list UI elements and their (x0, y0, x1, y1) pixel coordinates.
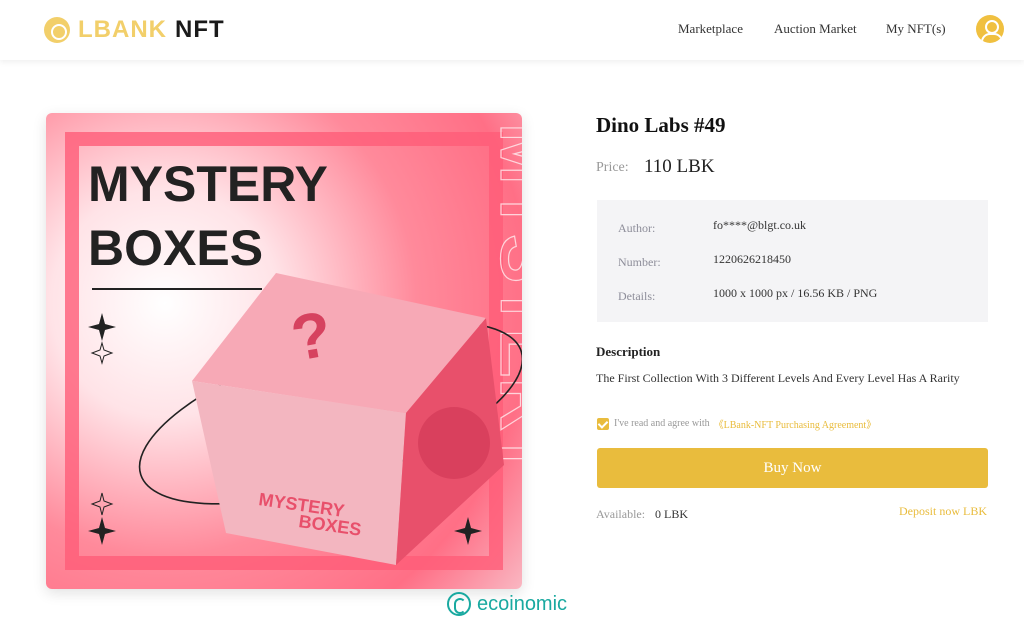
headline-line1: MYSTERY (88, 156, 328, 212)
number-label: Number: (618, 255, 661, 269)
lbank-coin-icon (44, 17, 70, 43)
headline-line2: BOXES (88, 220, 263, 276)
number-value: 1220626218450 (713, 252, 791, 266)
nft-title: Dino Labs #49 (596, 113, 726, 137)
lbank-nft-logo[interactable]: LBANK NFT (44, 14, 225, 46)
mystery-box-illustration: MYSTERY MYSTERY BOXES ? MYSTERY BOXES (65, 122, 522, 570)
cube-front (192, 381, 406, 565)
ecoinomic-watermark: ecoinomic (447, 592, 567, 616)
price-value: 110 LBK (644, 156, 715, 177)
sparkle-icon-3 (454, 517, 482, 545)
nft-artwork: MYSTERY MYSTERY BOXES ? MYSTERY BOXES (46, 113, 522, 589)
sparkle-icon (88, 313, 116, 341)
cube-logo-icon (418, 407, 490, 479)
description-text: The First Collection With 3 Different Le… (596, 371, 960, 385)
deposit-link[interactable]: Deposit now LBK (899, 504, 987, 519)
price-label: Price: (596, 160, 629, 175)
watermark-text: ecoinomic (477, 592, 568, 615)
ecoinomic-logo-icon (447, 592, 471, 616)
agreement-row: I've read and agree with 《LBank-NFT Purc… (597, 416, 876, 431)
agreement-text: I've read and agree with (614, 418, 710, 429)
agreement-link[interactable]: 《LBank-NFT Purchasing Agreement》 (714, 416, 877, 431)
details-value: 1000 x 1000 px / 16.56 KB / PNG (713, 286, 878, 300)
available-value: 0 LBK (655, 507, 688, 521)
logo-suffix: NFT (175, 16, 225, 43)
nav-auction-market[interactable]: Auction Market (774, 21, 857, 37)
sparkle-outline-icon-2 (90, 492, 114, 516)
available-label: Available: (596, 507, 646, 521)
nav-my-nfts[interactable]: My NFT(s) (886, 21, 946, 37)
user-avatar-icon[interactable] (976, 15, 1004, 43)
author-value: fo****@blgt.co.uk (713, 218, 807, 232)
details-label: Details: (618, 289, 656, 303)
sparkle-outline-icon (90, 341, 114, 365)
details-panel: Author: fo****@blgt.co.uk Number: 122062… (597, 200, 988, 322)
sparkle-icon-2 (88, 517, 116, 545)
description-heading: Description (596, 344, 661, 359)
top-header: LBANK NFT Marketplace Auction Market My … (0, 0, 1024, 60)
agreement-checkbox[interactable] (597, 417, 609, 430)
author-label: Author: (618, 221, 656, 235)
buy-now-button[interactable]: Buy Now (597, 448, 988, 488)
logo-text: LBANK (78, 16, 167, 43)
nav-marketplace[interactable]: Marketplace (678, 21, 743, 37)
